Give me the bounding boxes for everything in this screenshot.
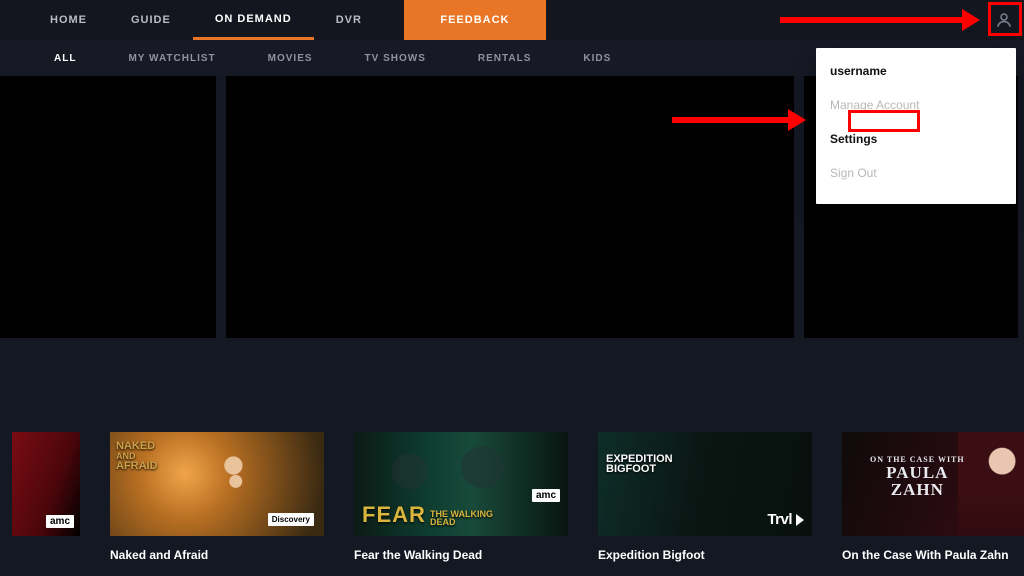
network-badge: amc xyxy=(532,489,560,502)
poster-art xyxy=(187,451,303,518)
play-icon xyxy=(796,514,804,526)
subnav-kids[interactable]: KIDS xyxy=(557,40,637,76)
show-title: Naked and Afraid xyxy=(110,548,324,562)
profile-menu: username Manage Account Settings Sign Ou… xyxy=(816,48,1016,204)
network-badge: Discovery xyxy=(268,513,314,526)
user-icon xyxy=(995,11,1013,29)
poster-text: NAKEDANDAFRAID xyxy=(116,442,158,472)
nav-guide[interactable]: GUIDE xyxy=(109,0,193,40)
show-card-4[interactable]: ON THE CASE WITH PAULA ZAHN ID On the Ca… xyxy=(842,432,1024,562)
show-poster: NAKEDANDAFRAID Discovery xyxy=(110,432,324,536)
nav-dvr[interactable]: DVR xyxy=(314,0,384,40)
subnav-watchlist[interactable]: MY WATCHLIST xyxy=(102,40,241,76)
poster-text: THE WALKINGDEAD xyxy=(430,510,493,526)
show-title: Fear the Walking Dead xyxy=(354,548,568,562)
profile-menu-sign-out[interactable]: Sign Out xyxy=(830,156,1002,190)
network-badge: Trvl xyxy=(767,511,804,528)
show-card-3[interactable]: EXPEDITIONBIGFOOT Trvl Expedition Bigfoo… xyxy=(598,432,812,562)
hero-tile-center[interactable] xyxy=(226,76,794,338)
show-poster: EXPEDITIONBIGFOOT Trvl xyxy=(598,432,812,536)
network-badge: amc xyxy=(46,515,74,528)
profile-menu-manage-account[interactable]: Manage Account xyxy=(830,88,1002,122)
top-nav: HOME GUIDE ON DEMAND DVR FEEDBACK xyxy=(0,0,1024,40)
subnav-rentals[interactable]: RENTALS xyxy=(452,40,557,76)
show-poster: amc xyxy=(12,432,80,536)
show-poster: ON THE CASE WITH PAULA ZAHN ID xyxy=(842,432,1024,536)
spacer xyxy=(546,0,984,40)
nav-on-demand[interactable]: ON DEMAND xyxy=(193,0,314,40)
poster-text: ON THE CASE WITH PAULA ZAHN xyxy=(870,456,965,498)
poster-art xyxy=(958,432,1024,536)
profile-menu-settings[interactable]: Settings xyxy=(830,122,1002,156)
show-card-1[interactable]: NAKEDANDAFRAID Discovery Naked and Afrai… xyxy=(110,432,324,562)
profile-menu-username: username xyxy=(830,58,1002,88)
feedback-button[interactable]: FEEDBACK xyxy=(404,0,546,40)
hero-tile-left[interactable] xyxy=(0,76,216,338)
subnav-movies[interactable]: MOVIES xyxy=(242,40,339,76)
show-title: Expedition Bigfoot xyxy=(598,548,812,562)
profile-button[interactable] xyxy=(984,0,1024,40)
poster-text: EXPEDITIONBIGFOOT xyxy=(606,454,673,475)
show-card-2[interactable]: FEAR THE WALKINGDEAD amc Fear the Walkin… xyxy=(354,432,568,562)
show-title: On the Case With Paula Zahn xyxy=(842,548,1024,562)
nav-home[interactable]: HOME xyxy=(28,0,109,40)
subnav-tvshows[interactable]: TV SHOWS xyxy=(339,40,452,76)
subnav-all[interactable]: ALL xyxy=(28,40,102,76)
show-card-0[interactable]: amc xyxy=(12,432,80,562)
poster-text: FEAR xyxy=(362,502,426,528)
show-poster: FEAR THE WALKINGDEAD amc xyxy=(354,432,568,536)
shows-row: amc NAKEDANDAFRAID Discovery Naked and A… xyxy=(0,432,1024,562)
